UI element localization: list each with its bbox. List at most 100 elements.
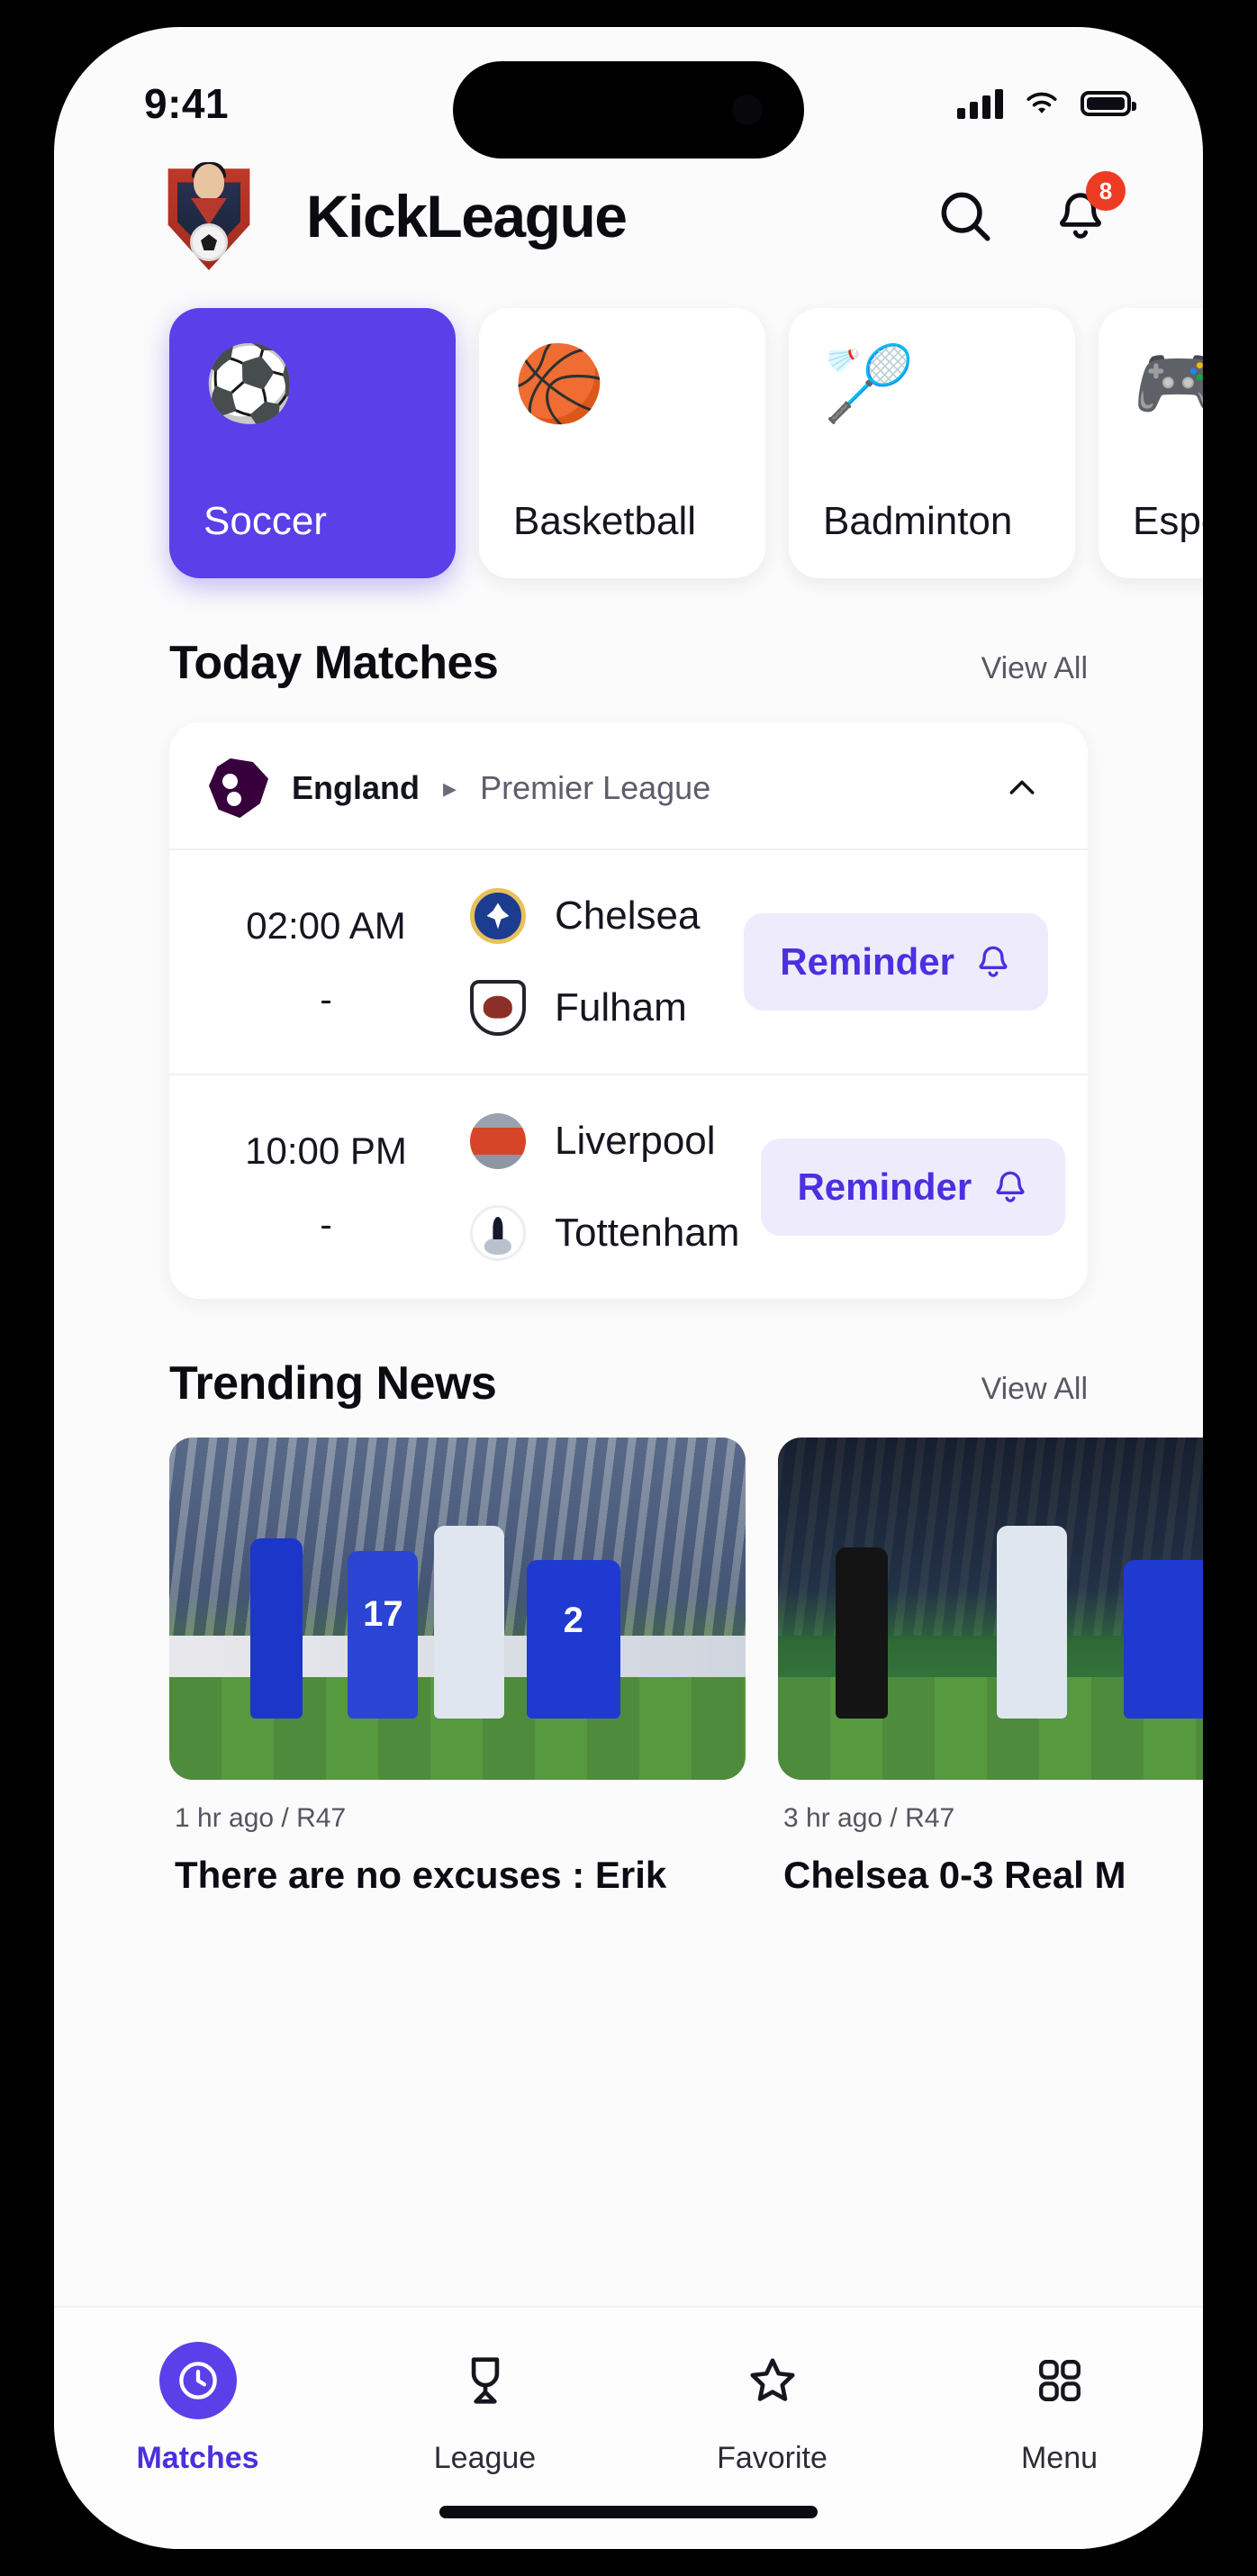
nav-label: League <box>433 2441 537 2475</box>
chelsea-crest-icon <box>470 888 526 944</box>
view-all-matches-link[interactable]: View All <box>981 651 1088 686</box>
team-name: Tottenham <box>555 1211 740 1255</box>
clock-icon-wrap <box>158 2342 237 2419</box>
phone-screen: 9:41 KickLeague 8 ⚽ Soccer 🏀 Basketball … <box>54 27 1203 2549</box>
nav-item-matches[interactable]: Matches <box>54 2342 341 2476</box>
news-headline: There are no excuses : Erik <box>175 1854 667 1896</box>
news-thumbnail: 17 2 <box>169 1438 746 1780</box>
front-camera-icon <box>732 95 763 125</box>
match-time-block: 02:00 AM - <box>209 904 443 1020</box>
status-indicators <box>957 88 1136 119</box>
news-meta: 3 hr ago / R47 <box>783 1803 955 1833</box>
news-headline: Chelsea 0-3 Real M <box>783 1854 1126 1896</box>
today-matches-header: Today Matches View All <box>54 636 1203 690</box>
tottenham-crest-icon <box>470 1205 526 1261</box>
reminder-label: Reminder <box>780 940 954 983</box>
matches-card: England ▸ Premier League 02:00 AM - Chel… <box>169 722 1088 1299</box>
sport-tab-label: Badminton <box>823 499 1013 543</box>
team-name: Fulham <box>555 985 687 1029</box>
bottom-navigation: Matches League Favorite Menu <box>54 2306 1203 2549</box>
match-teams: Chelsea Fulham <box>443 888 722 1036</box>
nav-label: Favorite <box>717 2441 827 2475</box>
team-name: Liverpool <box>555 1119 716 1163</box>
premier-league-lion-icon <box>209 758 268 818</box>
search-icon <box>941 192 990 241</box>
reminder-label: Reminder <box>797 1166 972 1208</box>
league-header-row[interactable]: England ▸ Premier League <box>169 722 1088 850</box>
match-time: 02:00 AM <box>246 903 406 947</box>
section-title: Trending News <box>169 1357 497 1410</box>
news-list: 17 2 1 hr ago / R47 There are no excuses… <box>54 1410 1203 1897</box>
fulham-crest-icon <box>470 980 526 1036</box>
nav-item-favorite[interactable]: Favorite <box>628 2342 916 2476</box>
chevron-up-icon[interactable] <box>996 770 1048 806</box>
sport-tab-label: Basketball <box>513 499 697 543</box>
gamepad-icon: 🎮 <box>1133 343 1203 425</box>
star-icon-wrap <box>734 2342 811 2419</box>
sport-tab-label: Esports <box>1133 499 1203 543</box>
kickleague-shield-logo <box>160 162 258 270</box>
match-row[interactable]: 10:00 PM - Liverpool Tottenham Reminder <box>169 1074 1088 1299</box>
star-icon <box>749 2358 795 2401</box>
bell-icon <box>979 946 1008 977</box>
sport-tab-badminton[interactable]: 🏸 Badminton <box>789 308 1075 578</box>
clock-icon <box>178 2362 217 2399</box>
news-card[interactable]: 17 2 1 hr ago / R47 There are no excuses… <box>169 1438 746 1897</box>
search-button[interactable] <box>933 184 998 249</box>
news-meta: 1 hr ago / R47 <box>175 1803 347 1833</box>
main-content: ⚽ Soccer 🏀 Basketball 🏸 Badminton 🎮 Espo… <box>54 288 1203 2549</box>
league-name: Premier League <box>480 769 711 806</box>
match-row[interactable]: 02:00 AM - Chelsea Fulham Reminder <box>169 850 1088 1074</box>
match-score-dash: - <box>320 979 332 1020</box>
home-team: Chelsea <box>470 888 722 944</box>
soccer-ball-icon: ⚽ <box>203 343 296 425</box>
trophy-icon-wrap <box>447 2342 524 2419</box>
nav-item-menu[interactable]: Menu <box>916 2342 1203 2476</box>
trending-news-header: Trending News View All <box>54 1356 1203 1410</box>
bell-icon <box>996 1171 1025 1202</box>
header-actions: 8 <box>933 171 1126 249</box>
sport-tab-esports[interactable]: 🎮 Esports <box>1099 308 1203 578</box>
badminton-icon: 🏸 <box>823 343 916 425</box>
dynamic-island <box>453 61 804 159</box>
status-bar: 9:41 <box>54 27 1203 159</box>
grid-icon-wrap <box>1021 2342 1099 2419</box>
grid-icon <box>1038 2360 1081 2401</box>
match-score-dash: - <box>320 1204 332 1245</box>
phone-frame: 9:41 KickLeague 8 ⚽ Soccer 🏀 Basketball … <box>43 16 1214 2560</box>
match-time: 10:00 PM <box>245 1129 407 1172</box>
home-indicator <box>439 2506 818 2518</box>
trophy-icon <box>471 2357 499 2404</box>
notification-badge: 8 <box>1086 171 1126 211</box>
wifi-icon <box>1026 92 1057 113</box>
away-team: Tottenham <box>470 1205 739 1261</box>
page-title: KickLeague <box>306 183 628 249</box>
match-time-block: 10:00 PM - <box>209 1129 443 1246</box>
away-team: Fulham <box>470 980 722 1036</box>
home-team: Liverpool <box>470 1113 739 1169</box>
sport-tabs[interactable]: ⚽ Soccer 🏀 Basketball 🏸 Badminton 🎮 Espo… <box>54 288 1203 578</box>
status-time: 9:41 <box>144 80 230 127</box>
reminder-button[interactable]: Reminder <box>761 1138 1066 1236</box>
breadcrumb-separator: ▸ <box>443 773 457 803</box>
view-all-news-link[interactable]: View All <box>981 1372 1088 1407</box>
news-thumbnail <box>778 1438 1203 1780</box>
cellular-bars-icon <box>957 88 1003 119</box>
sport-tab-label: Soccer <box>203 499 327 543</box>
sport-tab-soccer[interactable]: ⚽ Soccer <box>169 308 456 578</box>
news-card[interactable]: 3 hr ago / R47 Chelsea 0-3 Real M <box>778 1438 1203 1897</box>
liverpool-crest-icon <box>470 1113 526 1169</box>
sport-tab-basketball[interactable]: 🏀 Basketball <box>479 308 765 578</box>
nav-item-league[interactable]: League <box>341 2342 628 2476</box>
nav-label: Matches <box>136 2441 259 2475</box>
section-title: Today Matches <box>169 637 499 689</box>
team-name: Chelsea <box>555 893 701 938</box>
app-header: KickLeague 8 <box>54 144 1203 288</box>
nav-label: Menu <box>1020 2441 1099 2475</box>
reminder-button[interactable]: Reminder <box>744 913 1048 1011</box>
notifications-button[interactable]: 8 <box>1048 171 1126 249</box>
league-country: England <box>292 769 420 806</box>
basketball-icon: 🏀 <box>513 343 606 425</box>
battery-icon <box>1081 91 1136 116</box>
match-teams: Liverpool Tottenham <box>443 1113 739 1261</box>
